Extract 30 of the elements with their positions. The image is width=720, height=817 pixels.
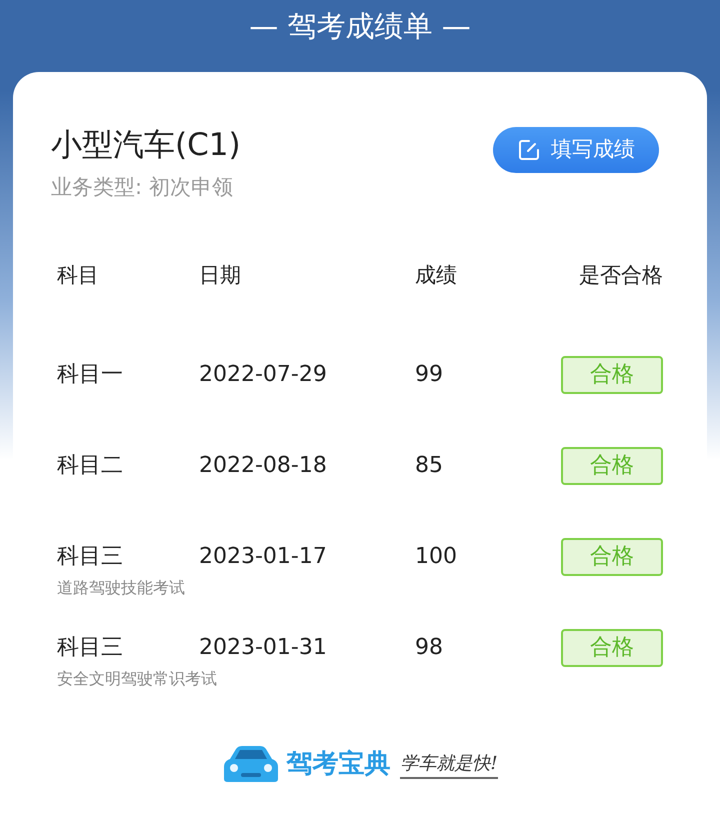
date-cell-text: 2023-01-31 [199,634,328,662]
subject-cell-text: 科目三 [57,634,124,662]
brand-name: 驾考宝典 [286,748,390,780]
date-cell-text: 2022-08-18 [199,452,328,480]
subject-cell-text: 科目一 [57,361,124,389]
result-badge: 合格 [561,356,663,394]
result-badge: 合格 [561,628,663,666]
score-cell-text: 100 [415,543,458,571]
result-badge: 合格 [561,446,663,484]
subject-note: 安全文明驾驶常识考试 [57,668,217,690]
slogan: 学车就是快! [400,750,498,778]
edit-icon [517,138,541,162]
column-header: 科目 [57,262,100,289]
fill-score-button[interactable]: 填写成绩 [493,127,659,173]
column-header: 成绩 [415,262,458,289]
license-title: 小型汽车(C1) [51,126,241,165]
subject-note: 道路驾驶技能考试 [57,576,185,598]
score-cell-text: 98 [415,634,444,662]
date-cell-text: 2022-07-29 [199,361,328,389]
score-cell-text: 99 [415,361,444,389]
subject-cell-text: 科目三 [57,543,124,571]
car-logo-icon [222,745,280,783]
page-title: — 驾考成绩单 — [249,8,471,46]
result-badge: 合格 [561,538,663,576]
date-cell-text: 2023-01-17 [199,543,328,571]
score-cell-text: 85 [415,452,444,480]
column-header: 是否合格 [579,262,663,289]
subject-cell-text: 科目二 [57,452,124,480]
business-type: 业务类型: 初次申领 [51,174,234,201]
column-header: 日期 [199,262,242,289]
